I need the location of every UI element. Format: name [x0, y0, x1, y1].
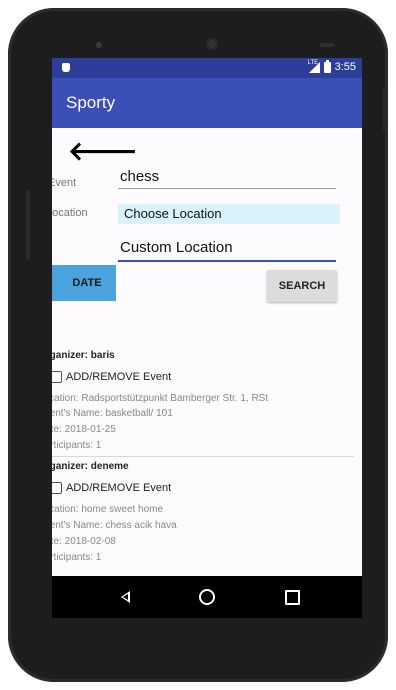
- location-label: Location: [52, 207, 88, 219]
- add-remove-label: ADD/REMOVE Event: [66, 482, 172, 494]
- event-location: Location: home sweet home: [52, 504, 164, 515]
- status-bar: LTE 3:55: [52, 58, 362, 78]
- square-recent-icon: [284, 589, 300, 605]
- add-remove-checkbox[interactable]: [52, 371, 62, 383]
- status-time: 3:55: [334, 61, 356, 73]
- event-location: Location: Radsportstützpunkt Bamberger S…: [52, 393, 269, 404]
- add-remove-label: ADD/REMOVE Event: [66, 371, 172, 383]
- camera-icon: [206, 38, 218, 50]
- add-remove-checkbox[interactable]: [52, 482, 62, 494]
- event-participants: Participants: 1: [52, 440, 102, 451]
- event-input-underline: [118, 188, 336, 189]
- android-notification-icon: [62, 63, 70, 72]
- nav-back-button[interactable]: [110, 576, 140, 618]
- search-button[interactable]: SEARCH: [267, 270, 337, 302]
- choose-location-field[interactable]: Choose Location: [118, 204, 340, 224]
- event-divider: [52, 456, 354, 457]
- app-bar: Sporty: [52, 78, 362, 128]
- speaker-icon: [96, 42, 102, 48]
- network-type: LTE: [307, 59, 319, 66]
- event-date: Date: 2018-02-08: [52, 536, 116, 547]
- event-input[interactable]: chess: [120, 168, 159, 185]
- navigation-bar: [52, 576, 362, 618]
- event-name: Event's Name: chess acik hava: [52, 520, 177, 531]
- circle-home-icon: [199, 589, 215, 605]
- device-screen: LTE 3:55 Sporty 🡐 Event chess Location C…: [52, 58, 362, 618]
- nav-recent-button[interactable]: [277, 576, 307, 618]
- event-participants: Participants: 1: [52, 552, 102, 563]
- organizer-name: Organizer: deneme: [52, 461, 129, 472]
- event-date: Date: 2018-01-25: [52, 424, 116, 435]
- custom-location-input[interactable]: Custom Location: [120, 239, 233, 256]
- date-button[interactable]: DATE: [52, 265, 116, 301]
- organizer-name: Organizer: baris: [52, 350, 115, 361]
- nav-home-button[interactable]: [192, 576, 222, 618]
- power-button: [383, 88, 387, 132]
- triangle-back-icon: [120, 591, 130, 603]
- event-label: Event: [52, 177, 77, 189]
- volume-button: [26, 190, 30, 260]
- arrow-left-icon[interactable]: 🡐: [68, 138, 138, 164]
- add-remove-row[interactable]: ADD/REMOVE Event: [52, 371, 171, 383]
- event-name: Event's Name: basketball/ 101: [52, 408, 173, 419]
- add-remove-row[interactable]: ADD/REMOVE Event: [52, 482, 171, 494]
- battery-icon: [323, 59, 331, 73]
- signal-icon: LTE: [307, 59, 320, 73]
- sensor-icon: [320, 43, 334, 47]
- app-title: Sporty: [66, 93, 116, 112]
- status-indicators: LTE 3:55: [307, 59, 356, 73]
- custom-location-underline: [118, 260, 336, 262]
